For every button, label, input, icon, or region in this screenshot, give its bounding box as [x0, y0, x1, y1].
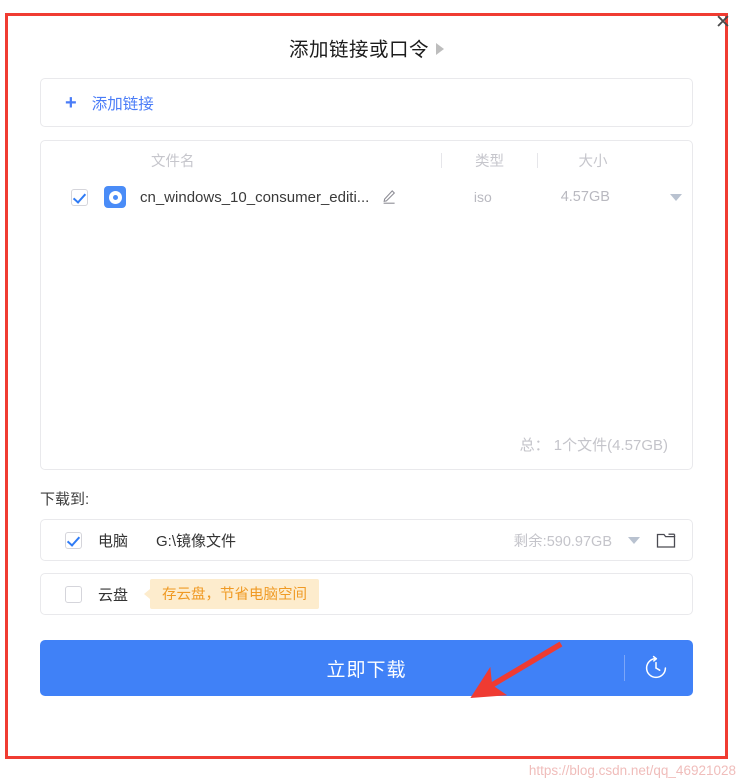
- file-select-checkbox[interactable]: [71, 188, 88, 206]
- destination-free-space: 剩余:590.97GB: [513, 533, 612, 550]
- close-icon[interactable]: ✕: [712, 12, 734, 34]
- edit-pencil-icon[interactable]: [381, 189, 397, 205]
- app-root: 添加链接或口令 + 添加链接 文件名 类型 大小 cn_windows_10_c…: [0, 0, 744, 781]
- destination-computer-checkbox[interactable]: [65, 531, 82, 549]
- button-divider: [624, 655, 625, 681]
- column-header-name: 文件名: [151, 153, 195, 170]
- column-header-type: 类型: [475, 153, 504, 170]
- file-size: 4.57GB: [560, 189, 610, 205]
- page-title: 添加链接或口令: [288, 38, 429, 61]
- chevron-down-icon[interactable]: [670, 193, 683, 201]
- dialog-title-bar: 添加链接或口令: [8, 16, 725, 78]
- download-now-label: 立即下载: [326, 659, 407, 681]
- download-now-button[interactable]: 立即下载: [40, 640, 693, 696]
- add-link-dialog: 添加链接或口令 + 添加链接 文件名 类型 大小 cn_windows_10_c…: [8, 16, 725, 756]
- destination-cloud-row[interactable]: 云盘 存云盘，节省电脑空间: [40, 573, 693, 615]
- chevron-down-icon[interactable]: [628, 536, 640, 544]
- folder-browse-icon[interactable]: [656, 531, 676, 549]
- file-list-panel: 文件名 类型 大小 cn_windows_10_consumer_editi..…: [40, 140, 693, 470]
- column-header-size: 大小: [578, 153, 608, 170]
- watermark-text: https://blog.csdn.net/qq_46921028: [528, 763, 736, 778]
- file-name: cn_windows_10_consumer_editi...: [140, 188, 370, 206]
- file-total-summary: 总： 1个文件(4.57GB): [519, 437, 668, 454]
- destination-computer-row[interactable]: 电脑 G:\镜像文件 剩余:590.97GB: [40, 519, 693, 561]
- file-type: iso: [473, 189, 492, 205]
- add-link-label: 添加链接: [91, 95, 154, 113]
- file-table-header: 文件名 类型 大小: [41, 141, 692, 179]
- add-link-button[interactable]: + 添加链接: [40, 78, 693, 127]
- scheduled-download-clock-icon[interactable]: [643, 655, 669, 681]
- cloud-promo-badge: 存云盘，节省电脑空间: [144, 579, 320, 609]
- chevron-right-icon[interactable]: [436, 42, 444, 55]
- destination-path: G:\镜像文件: [156, 532, 237, 550]
- table-row[interactable]: cn_windows_10_consumer_editi... iso 4.57…: [41, 179, 692, 215]
- download-to-label: 下载到:: [40, 491, 90, 508]
- destination-cloud-label: 云盘: [98, 586, 129, 604]
- plus-icon: +: [65, 91, 77, 114]
- iso-disc-icon: [104, 186, 126, 208]
- destination-cloud-checkbox[interactable]: [65, 585, 82, 603]
- destination-computer-label: 电脑: [98, 532, 129, 550]
